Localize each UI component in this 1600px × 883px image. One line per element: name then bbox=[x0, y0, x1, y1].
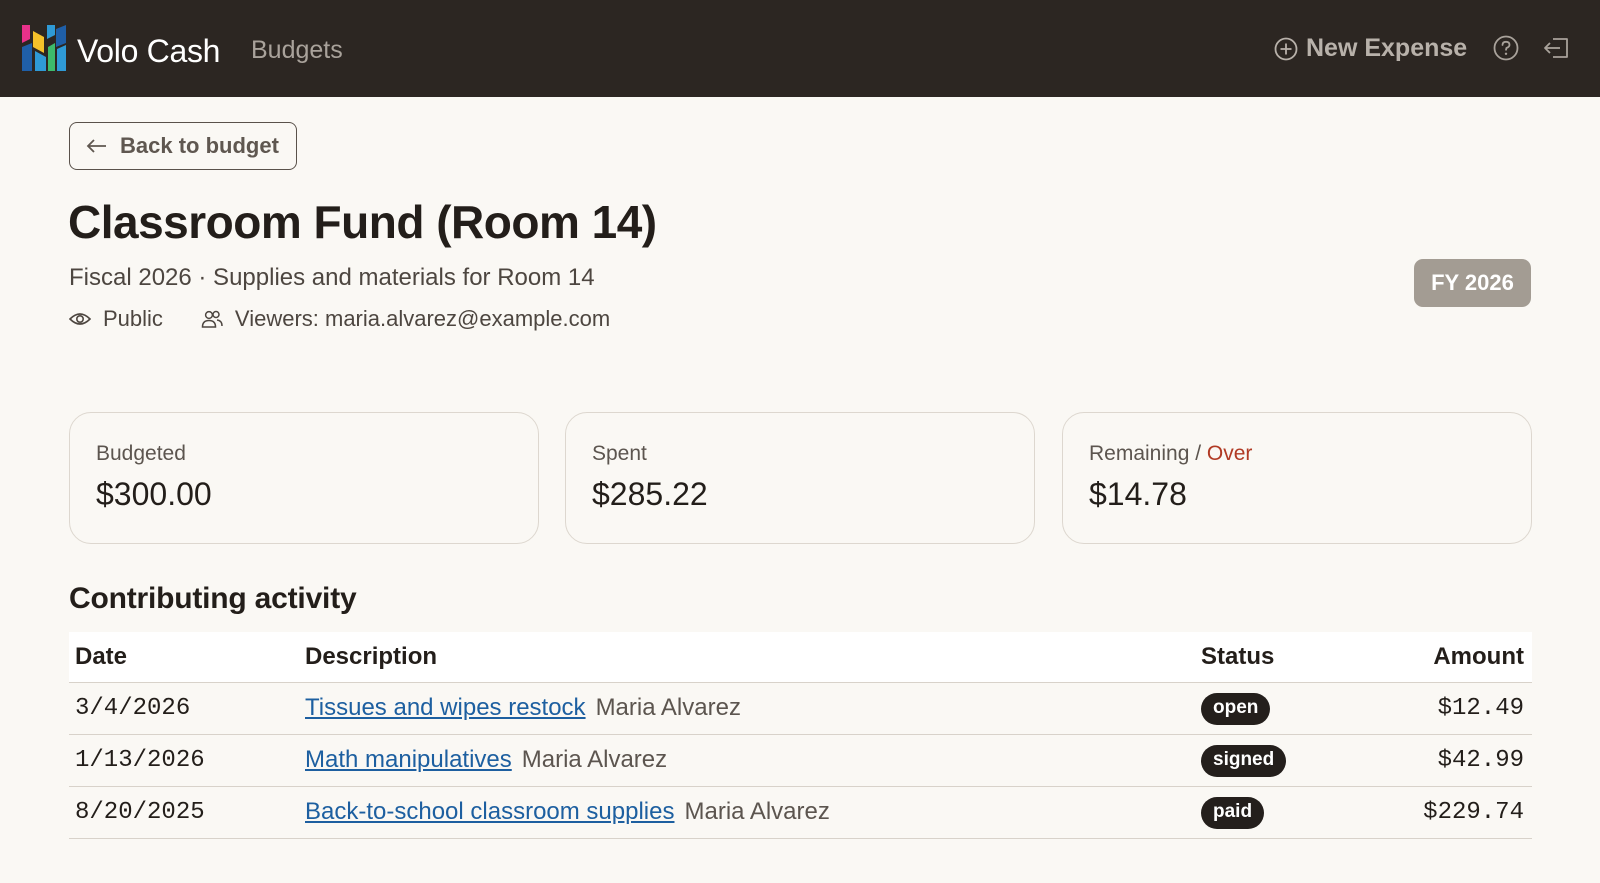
row-status: signed bbox=[1201, 734, 1401, 787]
back-to-budget-button[interactable]: Back to budget bbox=[69, 122, 297, 170]
status-badge: paid bbox=[1201, 796, 1265, 829]
over-label: Over bbox=[1206, 442, 1253, 465]
status-badge: signed bbox=[1201, 744, 1287, 777]
remaining-card: Remaining / Over $14.78 bbox=[1062, 412, 1532, 544]
help-icon[interactable] bbox=[1493, 35, 1519, 61]
budgeted-value: $300.00 bbox=[96, 476, 212, 512]
activity-table: Date Description Status Amount 3/4/2026 … bbox=[69, 632, 1532, 839]
nav-budgets-link[interactable]: Budgets bbox=[251, 36, 343, 65]
row-description: Math manipulatives Maria Alvarez bbox=[305, 734, 1201, 787]
volo-cash-logo-icon[interactable] bbox=[22, 25, 66, 71]
expense-link[interactable]: Tissues and wipes restock bbox=[305, 694, 586, 721]
arrow-left-icon bbox=[86, 139, 106, 153]
brand-name[interactable]: Volo Cash bbox=[77, 33, 220, 70]
visibility-label: Public bbox=[103, 306, 163, 331]
remaining-separator: / bbox=[1189, 442, 1207, 465]
logout-icon[interactable] bbox=[1543, 35, 1571, 61]
row-description: Tissues and wipes restock Maria Alvarez bbox=[305, 682, 1201, 735]
new-expense-button[interactable]: New Expense bbox=[1274, 34, 1467, 63]
top-navigation-bar: Volo Cash Budgets New Expense bbox=[0, 0, 1600, 97]
row-description: Back-to-school classroom supplies Maria A… bbox=[305, 786, 1201, 839]
budget-subtitle: Fiscal 2026 · Supplies and materials for… bbox=[69, 264, 595, 291]
table-row: 8/20/2025 Back-to-school classroom suppl… bbox=[69, 786, 1532, 839]
section-title-contributing-activity: Contributing activity bbox=[69, 582, 357, 615]
budget-meta: Public Viewers: maria.alvarez@example.co… bbox=[69, 306, 610, 332]
budgeted-card: Budgeted $300.00 bbox=[69, 412, 539, 544]
remaining-label: Remaining bbox=[1089, 442, 1190, 465]
budgeted-label: Budgeted bbox=[96, 442, 186, 465]
remaining-over-label: Remaining / Over bbox=[1089, 442, 1531, 466]
remaining-value: $14.78 bbox=[1089, 476, 1187, 512]
row-status: open bbox=[1201, 682, 1401, 735]
row-owner: Maria Alvarez bbox=[684, 798, 830, 825]
plus-circle-icon bbox=[1274, 37, 1298, 60]
row-owner: Maria Alvarez bbox=[521, 746, 668, 773]
table-row: 1/13/2026 Math manipulatives Maria Alvare… bbox=[69, 734, 1532, 787]
row-amount: $42.99 bbox=[1401, 734, 1532, 787]
table-row: 3/4/2026 Tissues and wipes restock Maria … bbox=[69, 682, 1532, 735]
spent-label: Spent bbox=[592, 442, 647, 465]
column-header-amount: Amount bbox=[1401, 632, 1532, 683]
page-title: Classroom Fund (Room 14) bbox=[68, 196, 657, 248]
status-badge: open bbox=[1201, 692, 1271, 725]
row-date: 3/4/2026 bbox=[69, 682, 305, 735]
table-header-row: Date Description Status Amount bbox=[69, 632, 1532, 683]
spent-value: $285.22 bbox=[592, 476, 708, 512]
column-header-status: Status bbox=[1201, 632, 1401, 683]
eye-icon bbox=[69, 313, 91, 325]
viewers-info: Viewers: maria.alvarez@example.com bbox=[201, 306, 610, 332]
back-to-budget-label: Back to budget bbox=[120, 133, 279, 158]
row-date: 8/20/2025 bbox=[69, 786, 305, 839]
viewers-label: Viewers: maria.alvarez@example.com bbox=[234, 306, 611, 331]
row-amount: $229.74 bbox=[1401, 786, 1532, 839]
fiscal-year-badge: FY 2026 bbox=[1414, 259, 1531, 307]
spent-card: Spent $285.22 bbox=[565, 412, 1035, 544]
row-date: 1/13/2026 bbox=[69, 734, 305, 787]
visibility-info: Public bbox=[69, 306, 163, 332]
row-amount: $12.49 bbox=[1401, 682, 1532, 735]
users-icon bbox=[201, 310, 223, 328]
expense-link[interactable]: Math manipulatives bbox=[305, 746, 512, 773]
new-expense-label: New Expense bbox=[1306, 34, 1468, 62]
expense-link[interactable]: Back-to-school classroom supplies bbox=[305, 798, 674, 825]
row-owner: Maria Alvarez bbox=[595, 694, 741, 721]
column-header-date: Date bbox=[69, 632, 305, 683]
column-header-description: Description bbox=[305, 632, 1201, 683]
row-status: paid bbox=[1201, 786, 1401, 839]
